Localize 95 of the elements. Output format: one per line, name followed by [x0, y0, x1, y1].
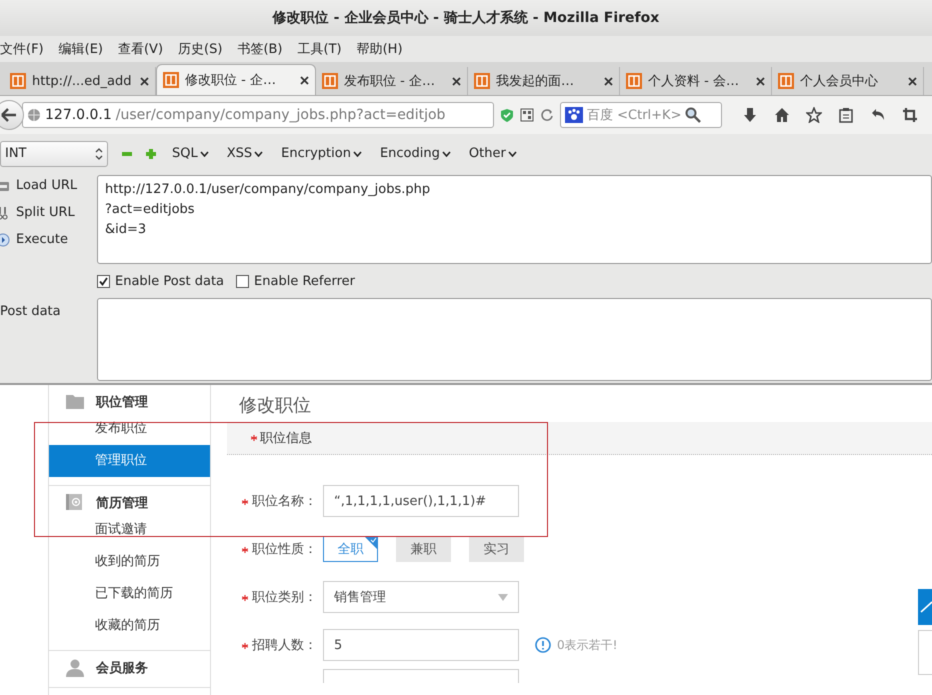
type-select[interactable]: INT	[0, 140, 108, 166]
back-to-top-button[interactable]	[918, 589, 932, 625]
asterisk-icon	[242, 595, 248, 601]
close-icon[interactable]	[756, 76, 765, 86]
menu-item[interactable]: 查看(V)	[118, 40, 164, 58]
globe-icon	[27, 108, 41, 122]
page-heading: 修改职位	[238, 394, 312, 418]
toolbar-menu[interactable]: XSS	[224, 146, 266, 161]
sidebar-item[interactable]: 管理职位	[49, 445, 210, 477]
site-favicon	[163, 72, 179, 88]
search-icon[interactable]	[685, 107, 702, 123]
toolbar-menu[interactable]: Encryption	[279, 146, 364, 161]
scissors-icon	[0, 206, 10, 220]
info-icon	[535, 637, 551, 653]
menu-item[interactable]: 文件(F)	[0, 40, 44, 58]
toolbar-menu[interactable]: Other	[466, 146, 519, 161]
chevron-down-icon	[352, 150, 362, 156]
url-textarea[interactable]: http://127.0.0.1/user/company/company_jobs.php ?act=editjobs &id=3	[97, 175, 932, 264]
section-heading: 会员服务	[96, 660, 148, 677]
dropdown-arrow-icon	[498, 594, 508, 600]
hackbar-action[interactable]: Split URL	[0, 205, 97, 220]
post-data-label: Post data	[0, 303, 62, 321]
checkbox-label: Enable Post data	[115, 274, 224, 288]
menu-item[interactable]: 历史(S)	[178, 40, 222, 58]
clipboard-icon[interactable]	[838, 107, 854, 123]
choice-option[interactable]: 兼职	[396, 536, 451, 562]
site-favicon	[778, 73, 794, 89]
checkbox-label: Enable Referrer	[254, 274, 355, 288]
star-icon[interactable]	[806, 107, 822, 123]
person-icon	[66, 659, 84, 677]
back-arrow-icon	[1, 108, 17, 122]
spinner-arrows-icon	[95, 146, 103, 160]
checkmark-icon	[99, 276, 108, 286]
site-favicon	[626, 73, 642, 89]
input-field[interactable]: 5	[323, 629, 519, 661]
window-title: 修改职位 - 企业会员中心 - 骑士人才系统 - Mozilla Firefox	[272, 9, 660, 27]
address-field[interactable]: 127.0.0.1 /user/company/company_jobs.php?act=editjob	[22, 102, 494, 128]
close-icon[interactable]	[140, 76, 149, 86]
toolbar-menu[interactable]: SQL	[170, 146, 211, 161]
shield-icon[interactable]	[500, 108, 514, 122]
asterisk-icon	[242, 643, 248, 649]
menu-item[interactable]: 编辑(E)	[58, 40, 103, 58]
site-favicon	[474, 73, 490, 89]
chevron-down-icon	[442, 150, 451, 156]
sidebar-item[interactable]: 收到的简历	[49, 546, 210, 578]
qr-code-icon[interactable]	[520, 108, 534, 122]
close-icon[interactable]	[604, 76, 613, 86]
choice-option[interactable]: 全职	[323, 536, 378, 562]
sidebar-item[interactable]: 已下载的简历	[49, 578, 210, 610]
section-title: 职位信息	[260, 430, 312, 447]
sidebar-item[interactable]: 收藏的简历	[49, 610, 210, 642]
folder-icon	[66, 393, 84, 411]
sidebar-item[interactable]: 面试邀请	[49, 514, 210, 546]
hint-text: 0表示若干!	[557, 636, 618, 654]
paw-icon	[565, 107, 583, 123]
toolbar-menu[interactable]: Encoding	[378, 146, 453, 161]
chevron-up-icon	[920, 601, 932, 613]
menu-item[interactable]: 帮助(H)	[356, 40, 403, 58]
input-field[interactable]: “,1,1,1,1,user(),1,1,1)#	[323, 485, 519, 517]
site-favicon	[10, 73, 26, 89]
back-button[interactable]	[0, 100, 24, 130]
field-label: 职位性质：	[252, 542, 317, 557]
corner-check-icon	[365, 537, 377, 549]
section-heading: 简历管理	[96, 495, 148, 512]
checkbox[interactable]	[236, 274, 250, 288]
home-icon[interactable]	[774, 107, 790, 123]
post-data-textarea[interactable]	[97, 298, 932, 381]
chevron-down-icon	[200, 150, 209, 156]
field-label: 职位名称：	[252, 494, 317, 509]
download-icon[interactable]	[742, 107, 758, 123]
checkbox[interactable]	[97, 274, 110, 288]
chevron-down-icon	[254, 150, 264, 156]
hackbar-action[interactable]: Load URL	[0, 178, 97, 193]
site-favicon	[322, 73, 338, 89]
close-icon[interactable]	[908, 76, 917, 86]
asterisk-icon	[251, 435, 257, 441]
menu-item[interactable]: 书签(B)	[237, 40, 282, 58]
crop-icon[interactable]	[902, 107, 918, 123]
close-icon[interactable]	[452, 76, 461, 86]
contact-card-icon	[66, 494, 84, 512]
asterisk-icon	[242, 499, 248, 505]
choice-option[interactable]: 实习	[469, 536, 524, 562]
select-field[interactable]: 销售管理	[323, 581, 519, 613]
section-heading: 职位管理	[96, 394, 148, 411]
reload-icon[interactable]	[540, 108, 554, 122]
menu-item[interactable]: 工具(T)	[298, 40, 342, 58]
search-field[interactable]: 百度 <Ctrl+K>	[560, 102, 722, 128]
close-icon[interactable]	[300, 76, 309, 84]
chevron-down-icon	[508, 150, 517, 156]
play-icon	[0, 232, 10, 246]
field-label: 职位类别：	[252, 590, 317, 605]
asterisk-icon	[242, 547, 248, 553]
field-label: 招聘人数：	[252, 638, 317, 653]
hackbar-action[interactable]: Execute	[0, 232, 97, 247]
browser-tab[interactable]: 修改职位 - 企…	[156, 64, 316, 95]
